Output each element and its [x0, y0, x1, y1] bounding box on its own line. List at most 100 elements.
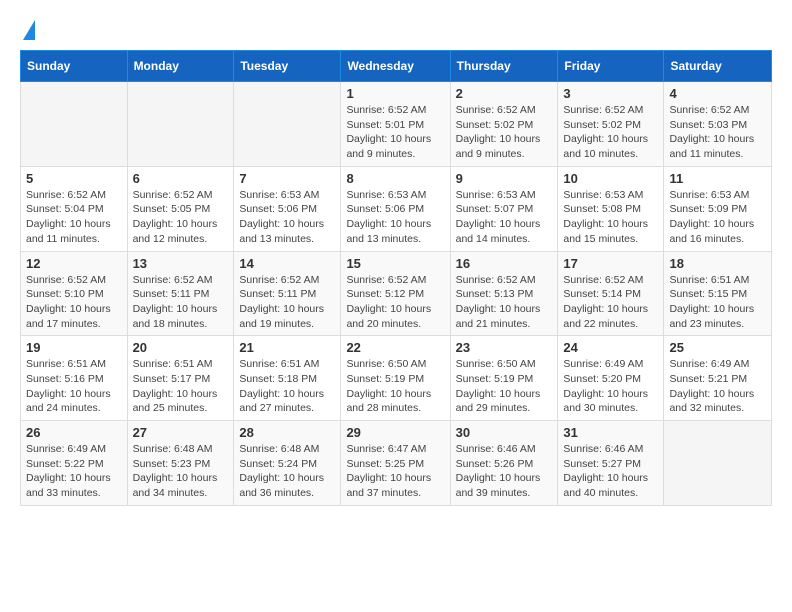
day-info: Daylight: 10 hours and 10 minutes. [563, 132, 658, 161]
day-number: 31 [563, 425, 658, 440]
calendar-cell: 18Sunrise: 6:51 AMSunset: 5:15 PMDayligh… [664, 251, 772, 336]
day-number: 17 [563, 256, 658, 271]
day-info: Sunrise: 6:52 AM [456, 273, 553, 288]
day-info: Daylight: 10 hours and 11 minutes. [26, 217, 122, 246]
day-info: Sunrise: 6:52 AM [456, 103, 553, 118]
calendar-cell: 13Sunrise: 6:52 AMSunset: 5:11 PMDayligh… [127, 251, 234, 336]
day-number: 10 [563, 171, 658, 186]
day-number: 23 [456, 340, 553, 355]
day-number: 21 [239, 340, 335, 355]
day-number: 4 [669, 86, 766, 101]
day-info: Sunset: 5:24 PM [239, 457, 335, 472]
day-info: Daylight: 10 hours and 20 minutes. [346, 302, 444, 331]
day-info: Sunrise: 6:49 AM [26, 442, 122, 457]
day-info: Sunrise: 6:53 AM [563, 188, 658, 203]
day-number: 24 [563, 340, 658, 355]
calendar-cell [664, 421, 772, 506]
calendar-cell: 17Sunrise: 6:52 AMSunset: 5:14 PMDayligh… [558, 251, 664, 336]
day-info: Daylight: 10 hours and 25 minutes. [133, 387, 229, 416]
weekday-header-monday: Monday [127, 51, 234, 82]
day-number: 11 [669, 171, 766, 186]
calendar-cell: 22Sunrise: 6:50 AMSunset: 5:19 PMDayligh… [341, 336, 450, 421]
day-info: Daylight: 10 hours and 33 minutes. [26, 471, 122, 500]
day-number: 12 [26, 256, 122, 271]
day-info: Daylight: 10 hours and 36 minutes. [239, 471, 335, 500]
day-info: Sunset: 5:02 PM [563, 118, 658, 133]
day-info: Daylight: 10 hours and 15 minutes. [563, 217, 658, 246]
day-info: Sunrise: 6:52 AM [133, 188, 229, 203]
day-info: Daylight: 10 hours and 39 minutes. [456, 471, 553, 500]
day-info: Sunrise: 6:49 AM [669, 357, 766, 372]
day-info: Daylight: 10 hours and 22 minutes. [563, 302, 658, 331]
day-info: Sunset: 5:09 PM [669, 202, 766, 217]
day-info: Sunset: 5:26 PM [456, 457, 553, 472]
day-info: Sunset: 5:19 PM [456, 372, 553, 387]
day-number: 27 [133, 425, 229, 440]
calendar-week-row: 19Sunrise: 6:51 AMSunset: 5:16 PMDayligh… [21, 336, 772, 421]
day-info: Daylight: 10 hours and 30 minutes. [563, 387, 658, 416]
day-number: 8 [346, 171, 444, 186]
day-number: 29 [346, 425, 444, 440]
calendar-cell: 9Sunrise: 6:53 AMSunset: 5:07 PMDaylight… [450, 166, 558, 251]
logo-triangle-icon [23, 20, 35, 40]
day-info: Daylight: 10 hours and 24 minutes. [26, 387, 122, 416]
calendar-cell: 6Sunrise: 6:52 AMSunset: 5:05 PMDaylight… [127, 166, 234, 251]
day-info: Daylight: 10 hours and 16 minutes. [669, 217, 766, 246]
calendar-cell: 26Sunrise: 6:49 AMSunset: 5:22 PMDayligh… [21, 421, 128, 506]
day-info: Daylight: 10 hours and 40 minutes. [563, 471, 658, 500]
calendar-week-row: 12Sunrise: 6:52 AMSunset: 5:10 PMDayligh… [21, 251, 772, 336]
calendar-cell: 1Sunrise: 6:52 AMSunset: 5:01 PMDaylight… [341, 82, 450, 167]
weekday-header-saturday: Saturday [664, 51, 772, 82]
calendar-cell: 15Sunrise: 6:52 AMSunset: 5:12 PMDayligh… [341, 251, 450, 336]
day-info: Sunrise: 6:53 AM [346, 188, 444, 203]
day-info: Sunset: 5:11 PM [133, 287, 229, 302]
calendar-cell: 8Sunrise: 6:53 AMSunset: 5:06 PMDaylight… [341, 166, 450, 251]
day-number: 19 [26, 340, 122, 355]
day-info: Sunset: 5:15 PM [669, 287, 766, 302]
calendar-cell: 3Sunrise: 6:52 AMSunset: 5:02 PMDaylight… [558, 82, 664, 167]
calendar-cell [21, 82, 128, 167]
page-header [20, 20, 772, 40]
day-info: Sunset: 5:11 PM [239, 287, 335, 302]
day-info: Sunset: 5:03 PM [669, 118, 766, 133]
day-info: Sunset: 5:25 PM [346, 457, 444, 472]
calendar-cell: 20Sunrise: 6:51 AMSunset: 5:17 PMDayligh… [127, 336, 234, 421]
calendar-cell: 2Sunrise: 6:52 AMSunset: 5:02 PMDaylight… [450, 82, 558, 167]
day-info: Sunset: 5:18 PM [239, 372, 335, 387]
calendar-cell: 25Sunrise: 6:49 AMSunset: 5:21 PMDayligh… [664, 336, 772, 421]
day-number: 22 [346, 340, 444, 355]
day-info: Sunrise: 6:52 AM [669, 103, 766, 118]
day-info: Sunset: 5:06 PM [239, 202, 335, 217]
day-info: Sunrise: 6:52 AM [239, 273, 335, 288]
day-info: Sunrise: 6:50 AM [346, 357, 444, 372]
day-info: Daylight: 10 hours and 32 minutes. [669, 387, 766, 416]
day-info: Sunset: 5:27 PM [563, 457, 658, 472]
day-info: Sunrise: 6:47 AM [346, 442, 444, 457]
day-number: 13 [133, 256, 229, 271]
day-number: 3 [563, 86, 658, 101]
calendar-cell: 30Sunrise: 6:46 AMSunset: 5:26 PMDayligh… [450, 421, 558, 506]
day-number: 1 [346, 86, 444, 101]
calendar-cell: 24Sunrise: 6:49 AMSunset: 5:20 PMDayligh… [558, 336, 664, 421]
day-info: Daylight: 10 hours and 13 minutes. [239, 217, 335, 246]
day-info: Daylight: 10 hours and 37 minutes. [346, 471, 444, 500]
day-info: Sunrise: 6:48 AM [239, 442, 335, 457]
weekday-header-thursday: Thursday [450, 51, 558, 82]
day-info: Sunrise: 6:46 AM [456, 442, 553, 457]
day-number: 18 [669, 256, 766, 271]
day-number: 20 [133, 340, 229, 355]
weekday-header-tuesday: Tuesday [234, 51, 341, 82]
day-info: Sunset: 5:14 PM [563, 287, 658, 302]
calendar-table: SundayMondayTuesdayWednesdayThursdayFrid… [20, 50, 772, 506]
day-number: 15 [346, 256, 444, 271]
day-number: 5 [26, 171, 122, 186]
day-info: Sunrise: 6:50 AM [456, 357, 553, 372]
calendar-cell: 4Sunrise: 6:52 AMSunset: 5:03 PMDaylight… [664, 82, 772, 167]
calendar-cell: 12Sunrise: 6:52 AMSunset: 5:10 PMDayligh… [21, 251, 128, 336]
day-info: Sunset: 5:06 PM [346, 202, 444, 217]
day-info: Sunset: 5:13 PM [456, 287, 553, 302]
day-info: Sunrise: 6:51 AM [669, 273, 766, 288]
weekday-header-wednesday: Wednesday [341, 51, 450, 82]
day-info: Sunset: 5:16 PM [26, 372, 122, 387]
day-number: 28 [239, 425, 335, 440]
